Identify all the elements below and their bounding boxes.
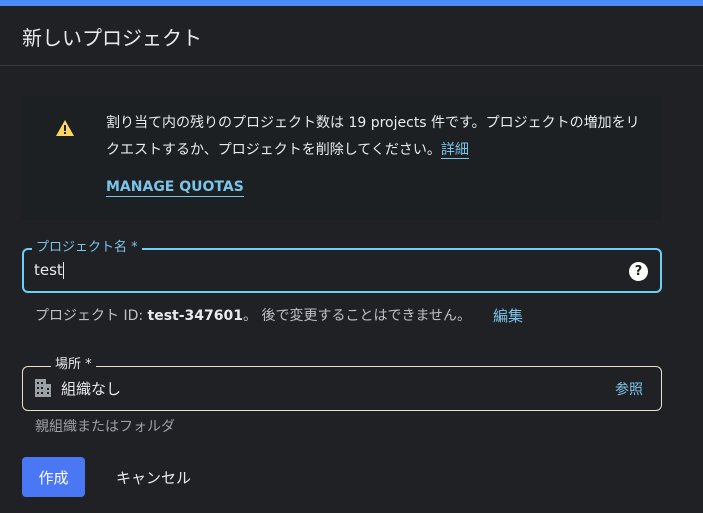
project-name-label: プロジェクト名 * bbox=[32, 240, 142, 256]
create-button[interactable]: 作成 bbox=[22, 457, 85, 497]
cancel-button[interactable]: キャンセル bbox=[104, 457, 203, 497]
project-name-input[interactable]: test bbox=[34, 261, 64, 279]
project-id-note: 。 後で変更することはできません。 bbox=[243, 308, 472, 324]
details-link[interactable]: 詳細 bbox=[440, 142, 469, 159]
quota-notice: 割り当て内の残りのプロジェクト数は 19 projects 件です。プロジェクト… bbox=[22, 96, 662, 220]
quota-text: 割り当て内の残りのプロジェクト数は 19 projects 件です。プロジェクト… bbox=[106, 115, 640, 158]
text-cursor bbox=[62, 262, 64, 279]
location-label: 場所 * bbox=[51, 357, 96, 373]
project-id-prefix: プロジェクト ID: bbox=[35, 308, 148, 324]
location-value: 組織なし bbox=[61, 380, 122, 398]
project-name-field[interactable]: プロジェクト名 * test ? bbox=[22, 240, 662, 293]
quota-message: 割り当て内の残りのプロジェクト数は 19 projects 件です。プロジェクト… bbox=[106, 110, 646, 164]
project-id-value: test-347601 bbox=[147, 308, 244, 324]
top-accent-bar bbox=[0, 0, 703, 6]
manage-quotas-link[interactable]: MANAGE QUOTAS bbox=[106, 178, 244, 197]
location-hint: 親組織またはフォルダ bbox=[35, 419, 175, 435]
building-icon bbox=[35, 379, 51, 397]
warning-icon bbox=[56, 120, 74, 136]
dialog-title: 新しいプロジェクト bbox=[22, 26, 202, 50]
browse-button[interactable]: 参照 bbox=[615, 379, 643, 399]
project-id-info: プロジェクト ID: test-347601。 後で変更することはできません。 bbox=[35, 305, 471, 325]
edit-project-id-button[interactable]: 編集 bbox=[493, 305, 523, 326]
help-icon[interactable]: ? bbox=[629, 262, 648, 281]
location-field[interactable]: 場所 * 組織なし 参照 bbox=[22, 357, 662, 411]
header-divider bbox=[0, 65, 703, 66]
project-name-value: test bbox=[34, 261, 63, 279]
